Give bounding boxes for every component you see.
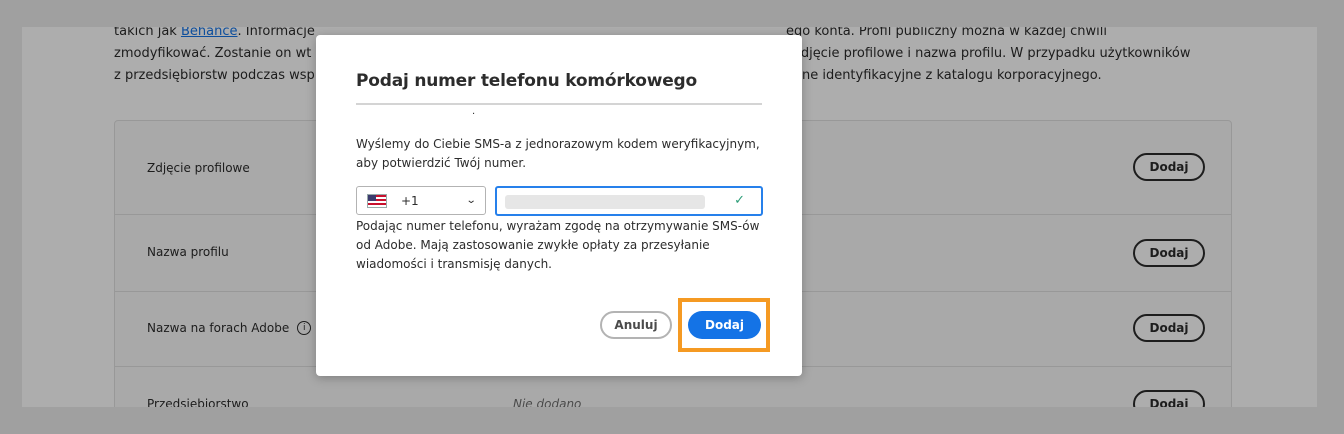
dialog-description: Wyślemy do Ciebie SMS-a z jednorazowym k… (356, 137, 760, 170)
sms-consent-text: Podając numer telefonu, wyrażam zgodę na… (356, 219, 760, 271)
chevron-down-icon: ⌄ (465, 195, 477, 206)
redacted-phone-value (505, 195, 705, 209)
cancel-button[interactable]: Anuluj (600, 311, 672, 339)
phone-number-input[interactable]: ✓ (495, 186, 763, 216)
us-flag-icon (367, 193, 387, 208)
phone-number-dialog: Podaj numer telefonu komórkowego · Wyśle… (316, 35, 802, 376)
stray-mark: · (472, 109, 476, 120)
dialog-title: Podaj numer telefonu komórkowego (356, 71, 698, 91)
dial-code: +1 (401, 193, 419, 208)
dialog-divider (356, 103, 762, 105)
country-code-select[interactable]: +1 ⌄ (356, 186, 486, 215)
add-phone-button[interactable]: Dodaj (688, 311, 761, 339)
check-icon: ✓ (734, 193, 745, 208)
